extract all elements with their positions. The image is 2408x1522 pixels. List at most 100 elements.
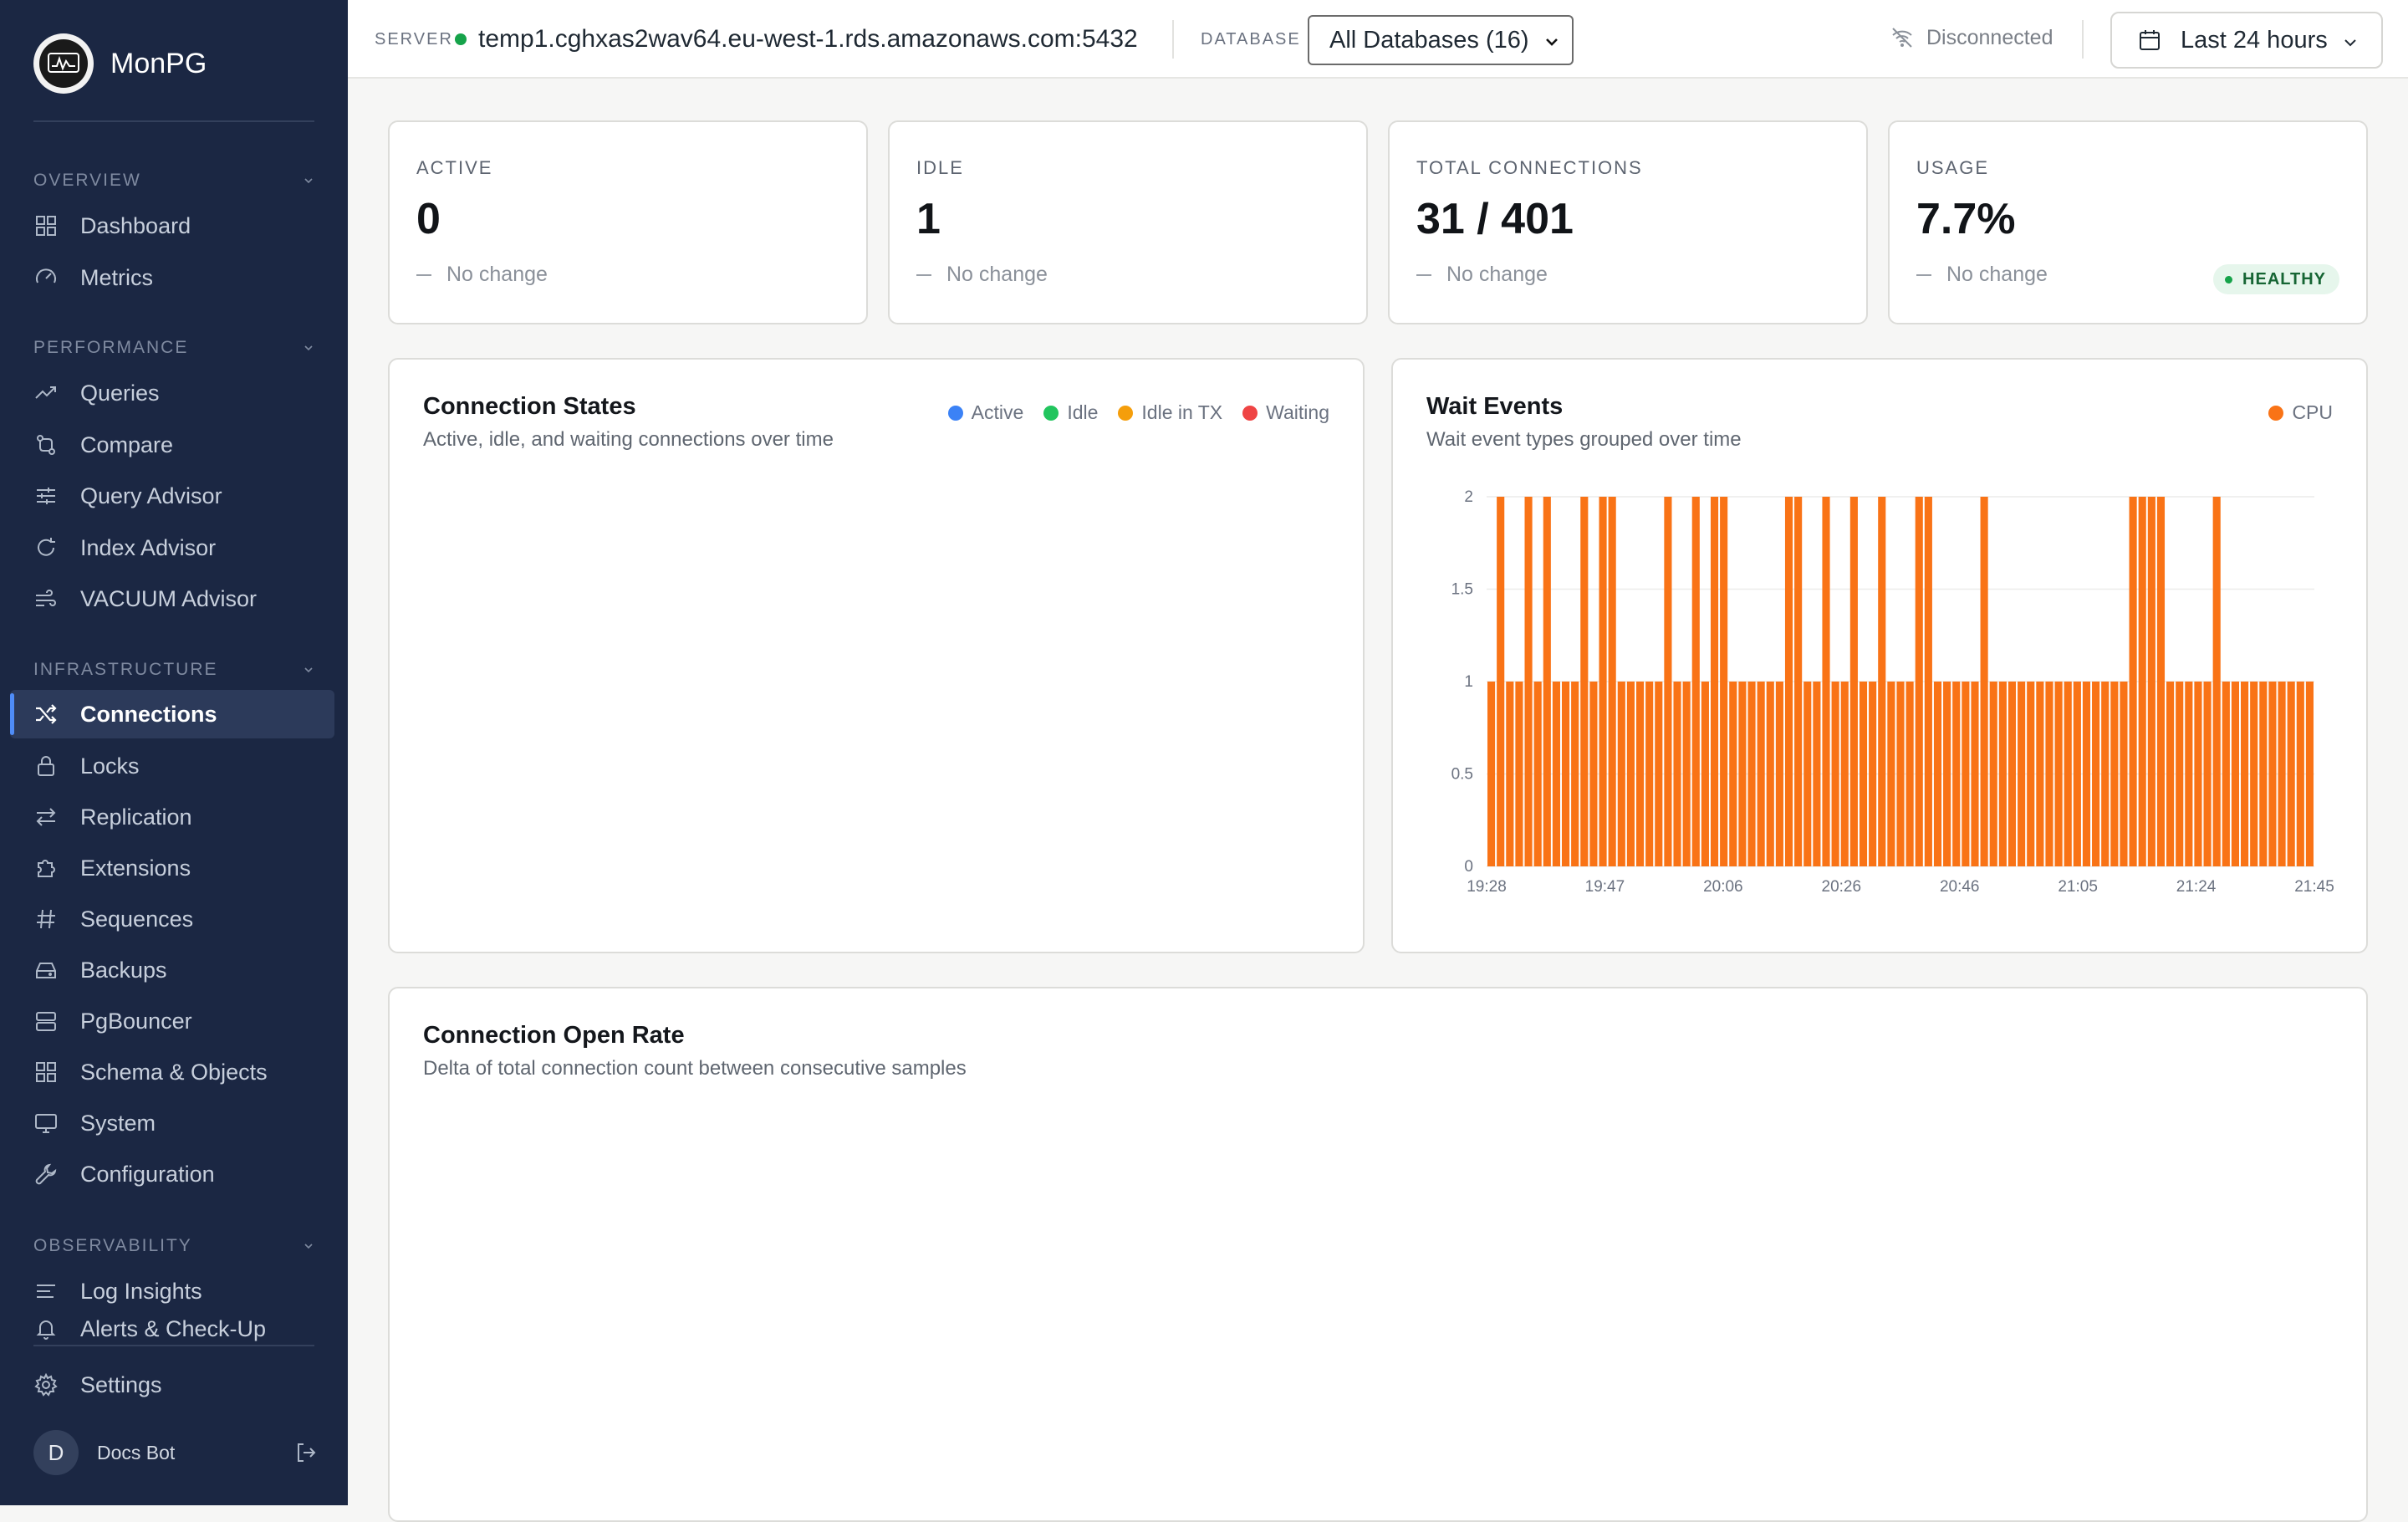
- sidebar-item-vacuum-advisor[interactable]: VACUUM Advisor: [10, 575, 334, 623]
- y-tick-label: 0.5: [1451, 766, 1473, 784]
- section-observability[interactable]: OBSERVABILITY: [33, 1236, 314, 1256]
- status-badge: HEALTHY: [2213, 264, 2339, 294]
- bar: [2287, 682, 2295, 866]
- sidebar-item-label: Query Advisor: [80, 483, 222, 508]
- bar: [2156, 497, 2166, 866]
- legend-swatch: [947, 405, 963, 421]
- sidebar-item-pgbouncer[interactable]: PgBouncer: [10, 997, 334, 1045]
- sidebar-item-backups[interactable]: Backups: [10, 946, 334, 994]
- brand[interactable]: MonPG: [33, 33, 207, 94]
- bar: [2176, 682, 2184, 866]
- sidebar-item-connections[interactable]: Connections: [10, 690, 334, 738]
- sidebar-item-label: Dashboard: [80, 212, 191, 238]
- sidebar-item-dashboard[interactable]: Dashboard: [10, 202, 334, 250]
- database-select[interactable]: All Databases (16): [1308, 15, 1574, 65]
- refresh-icon: [38, 538, 55, 556]
- sidebar-item-label: Queries: [80, 380, 160, 406]
- bar: [1487, 682, 1496, 866]
- legend-label: CPU: [2292, 401, 2333, 423]
- legend-item-active[interactable]: Active: [947, 401, 1023, 424]
- sidebar-item-system[interactable]: System: [10, 1099, 334, 1147]
- x-tick-label: 21:05: [2058, 878, 2098, 896]
- sidebar-item-alerts[interactable]: Alerts & Check-Up: [10, 1305, 334, 1348]
- chevron-down-icon: [2344, 39, 2356, 47]
- bar: [1794, 497, 1803, 866]
- section-performance[interactable]: PERFORMANCE: [33, 338, 314, 358]
- bar: [1571, 682, 1579, 866]
- bar: [2212, 497, 2221, 866]
- legend-item-waiting[interactable]: Waiting: [1242, 401, 1329, 424]
- user-profile[interactable]: D Docs Bot: [33, 1430, 318, 1475]
- sidebar-item-replication[interactable]: Replication: [10, 793, 334, 841]
- sidebar-item-label: Compare: [80, 432, 174, 457]
- sidebar-item-configuration[interactable]: Configuration: [10, 1150, 334, 1198]
- sidebar-item-locks[interactable]: Locks: [10, 742, 334, 790]
- sidebar-item-index-advisor[interactable]: Index Advisor: [10, 524, 334, 572]
- section-overview[interactable]: OVERVIEW: [33, 171, 314, 191]
- top-bar: SERVER temp1.cghxas2wav64.eu-west-1.rds.…: [348, 0, 2408, 79]
- bar: [1840, 682, 1849, 866]
- section-title: INFRASTRUCTURE: [33, 660, 218, 679]
- server-label: SERVER: [375, 30, 453, 49]
- status-dot: [2225, 275, 2233, 283]
- bar: [1543, 497, 1551, 866]
- sidebar-item-settings[interactable]: Settings: [10, 1361, 334, 1409]
- stat-label: TOTAL CONNECTIONS: [1416, 157, 1643, 178]
- connection-states-card: Connection States Active, idle, and wait…: [388, 358, 1365, 953]
- legend-item-idle-in-tx[interactable]: Idle in TX: [1118, 401, 1222, 424]
- divider: [33, 120, 314, 122]
- y-tick-label: 2: [1464, 488, 1473, 506]
- sidebar-item-label: Configuration: [80, 1161, 215, 1187]
- legend-item-cpu[interactable]: CPU: [2268, 401, 2333, 424]
- server-status-dot: [455, 33, 467, 45]
- bar: [1617, 682, 1625, 866]
- bar: [1738, 682, 1747, 866]
- stat-delta: No change: [1916, 263, 2048, 287]
- bar: [2082, 682, 2091, 866]
- x-tick-label: 19:28: [1467, 878, 1507, 896]
- bar: [2045, 682, 2053, 866]
- bar: [2278, 682, 2286, 866]
- stat-card-idle: IDLE 1 No change: [888, 120, 1368, 324]
- section-infrastructure[interactable]: INFRASTRUCTURE: [33, 660, 314, 680]
- drive-icon: [36, 963, 56, 978]
- sidebar-item-compare[interactable]: Compare: [10, 421, 334, 469]
- x-tick-label: 19:47: [1585, 878, 1625, 896]
- bar: [1887, 682, 1895, 866]
- dashboard-icon: [36, 216, 56, 236]
- sidebar-item-label: PgBouncer: [80, 1008, 192, 1034]
- divider: [1172, 20, 1174, 59]
- bar: [2166, 682, 2175, 866]
- time-range-button[interactable]: Last 24 hours: [2110, 12, 2383, 69]
- sidebar-item-metrics[interactable]: Metrics: [10, 253, 334, 302]
- wait-events-chart[interactable]: 0 0.5 1 1.5 2 19:28 19:47 20:06 20:26 20:46 21:05 2…: [1393, 477, 2366, 945]
- arrows-icon: [36, 808, 56, 826]
- sidebar-item-label: Replication: [80, 804, 192, 830]
- sidebar-item-queries[interactable]: Queries: [10, 369, 334, 417]
- bar: [2101, 682, 2110, 866]
- section-title: OBSERVABILITY: [33, 1236, 192, 1255]
- stat-delta-text: No change: [446, 263, 548, 286]
- stat-value: 0: [416, 195, 441, 243]
- time-range-label: Last 24 hours: [2181, 26, 2328, 54]
- bar: [2147, 497, 2155, 866]
- bar: [1710, 497, 1719, 866]
- lines-icon: [37, 1285, 55, 1298]
- compare-icon: [37, 435, 55, 455]
- sidebar-item-sequences[interactable]: Sequences: [10, 895, 334, 943]
- bar: [2259, 682, 2268, 866]
- logout-icon[interactable]: [294, 1441, 318, 1464]
- sidebar-item-label: System: [80, 1110, 156, 1136]
- sidebar-item-label: VACUUM Advisor: [80, 585, 258, 611]
- legend-item-idle[interactable]: Idle: [1043, 401, 1098, 424]
- legend-label: Waiting: [1266, 401, 1329, 423]
- bar: [1766, 682, 1774, 866]
- sidebar-item-schema-objects[interactable]: Schema & Objects: [10, 1048, 334, 1096]
- sidebar-item-query-advisor[interactable]: Query Advisor: [10, 472, 334, 520]
- bar: [2073, 682, 2081, 866]
- sidebar-item-extensions[interactable]: Extensions: [10, 844, 334, 892]
- bar: [2250, 682, 2258, 866]
- bar: [1915, 497, 1923, 866]
- sidebar-item-label: Alerts & Check-Up: [80, 1315, 267, 1341]
- divider: [33, 1345, 314, 1346]
